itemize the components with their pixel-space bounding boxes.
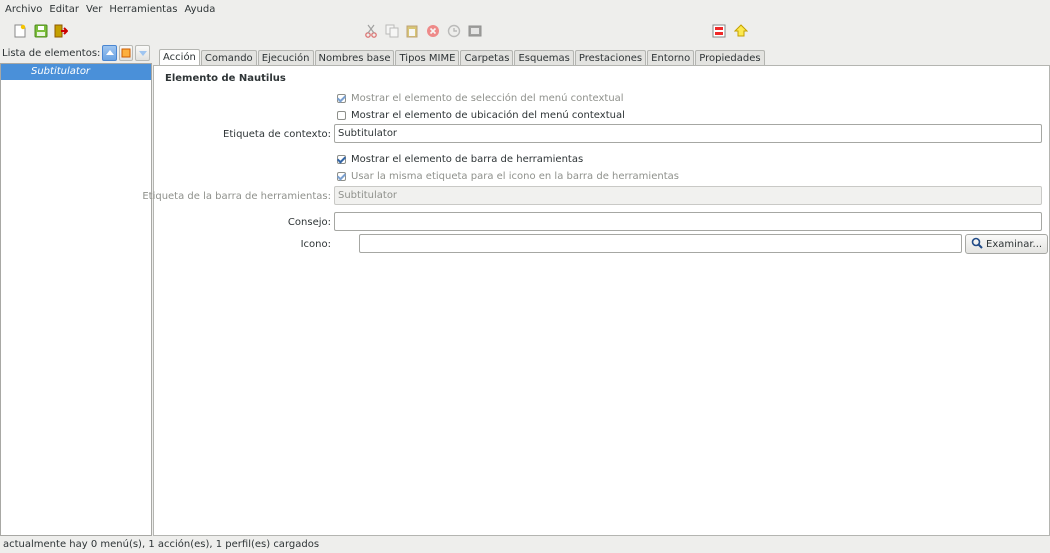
menu-bar: Archivo Editar Ver Herramientas Ayuda [0, 0, 1050, 18]
browse-button[interactable]: Examinar... [965, 234, 1049, 254]
menu-ver[interactable]: Ver [86, 4, 102, 15]
tab-comando[interactable]: Comando [200, 50, 257, 66]
menu-archivo[interactable]: Archivo [5, 4, 42, 15]
import-icon[interactable] [710, 22, 728, 40]
selection-menu-checkbox[interactable]: Mostrar el elemento de selección del men… [337, 93, 624, 104]
checkbox-label: Mostrar el elemento de selección del men… [351, 93, 624, 104]
search-icon [971, 237, 983, 252]
toolbar-checkbox[interactable]: Mostrar el elemento de barra de herramie… [337, 154, 583, 165]
copy-icon[interactable] [383, 22, 401, 40]
tab-propiedades[interactable]: Propiedades [695, 50, 765, 66]
checkbox-label: Mostrar el elemento de barra de herramie… [351, 154, 584, 165]
paste-icon[interactable] [403, 22, 421, 40]
checkbox-box [337, 155, 346, 164]
tab-bar: Acción Comando Ejecución Nombres base Ti… [159, 49, 766, 66]
tab-nombres-base[interactable]: Nombres base [314, 50, 395, 66]
sort-up-icon [105, 50, 114, 55]
undo-icon[interactable] [445, 22, 463, 40]
checkbox-label: Mostrar el elemento de ubicación del men… [351, 110, 625, 121]
tab-entorno[interactable]: Entorno [647, 50, 695, 66]
action-panel: Elemento de Nautilus Mostrar el elemento… [142, 65, 1050, 536]
icon-field[interactable] [359, 234, 962, 253]
section-title: Elemento de Nautilus [165, 73, 286, 84]
checkbox-label: Usar la misma etiqueta para el icono en … [351, 171, 679, 182]
tab-tipos-mime[interactable]: Tipos MIME [395, 50, 460, 66]
browse-button-label: Examinar... [986, 238, 1043, 250]
preferences-icon[interactable] [732, 22, 750, 40]
list-item[interactable]: Subtitulator [1, 64, 151, 80]
status-bar: actualmente hay 0 menú(s), 1 acción(es),… [3, 539, 320, 550]
context-label-field[interactable] [334, 124, 1042, 143]
export-icon[interactable] [466, 22, 484, 40]
context-label: Etiqueta de contexto: [223, 129, 331, 140]
sort-manual-button[interactable] [118, 45, 134, 61]
tooltip-field[interactable] [334, 212, 1042, 231]
menu-ayuda[interactable]: Ayuda [184, 4, 215, 15]
cut-icon[interactable] [362, 22, 380, 40]
toolbar [0, 19, 1050, 43]
toolbar-label-field[interactable] [334, 186, 1042, 205]
checkbox-box [337, 172, 346, 181]
sort-manual-icon [121, 48, 131, 58]
same-label-checkbox[interactable]: Usar la misma etiqueta para el icono en … [337, 171, 679, 182]
tab-ejecucion[interactable]: Ejecución [257, 50, 314, 66]
menu-herramientas[interactable]: Herramientas [109, 4, 177, 15]
new-document-icon[interactable] [11, 22, 29, 40]
sort-up-button[interactable] [102, 45, 117, 61]
tab-esquemas[interactable]: Esquemas [514, 50, 574, 66]
save-icon[interactable] [32, 22, 50, 40]
icon-label: Icono: [300, 239, 331, 250]
sort-down-button[interactable] [135, 45, 150, 61]
items-list[interactable]: Subtitulator [0, 63, 152, 536]
delete-icon[interactable] [424, 22, 442, 40]
sort-down-icon [138, 51, 147, 56]
menu-editar[interactable]: Editar [49, 4, 79, 15]
tab-carpetas[interactable]: Carpetas [460, 50, 514, 66]
tooltip-label: Consejo: [287, 217, 331, 228]
tab-accion[interactable]: Acción [159, 49, 200, 66]
sidebar-label: Lista de elementos: [2, 47, 101, 59]
checkbox-box [337, 94, 346, 103]
sidebar-header: Lista de elementos: [0, 45, 152, 61]
location-menu-checkbox[interactable]: Mostrar el elemento de ubicación del men… [337, 110, 625, 121]
quit-icon[interactable] [52, 22, 70, 40]
toolbar-label: Etiqueta de la barra de herramientas: [142, 191, 331, 202]
tab-prestaciones[interactable]: Prestaciones [574, 50, 647, 66]
checkbox-box [337, 111, 346, 120]
